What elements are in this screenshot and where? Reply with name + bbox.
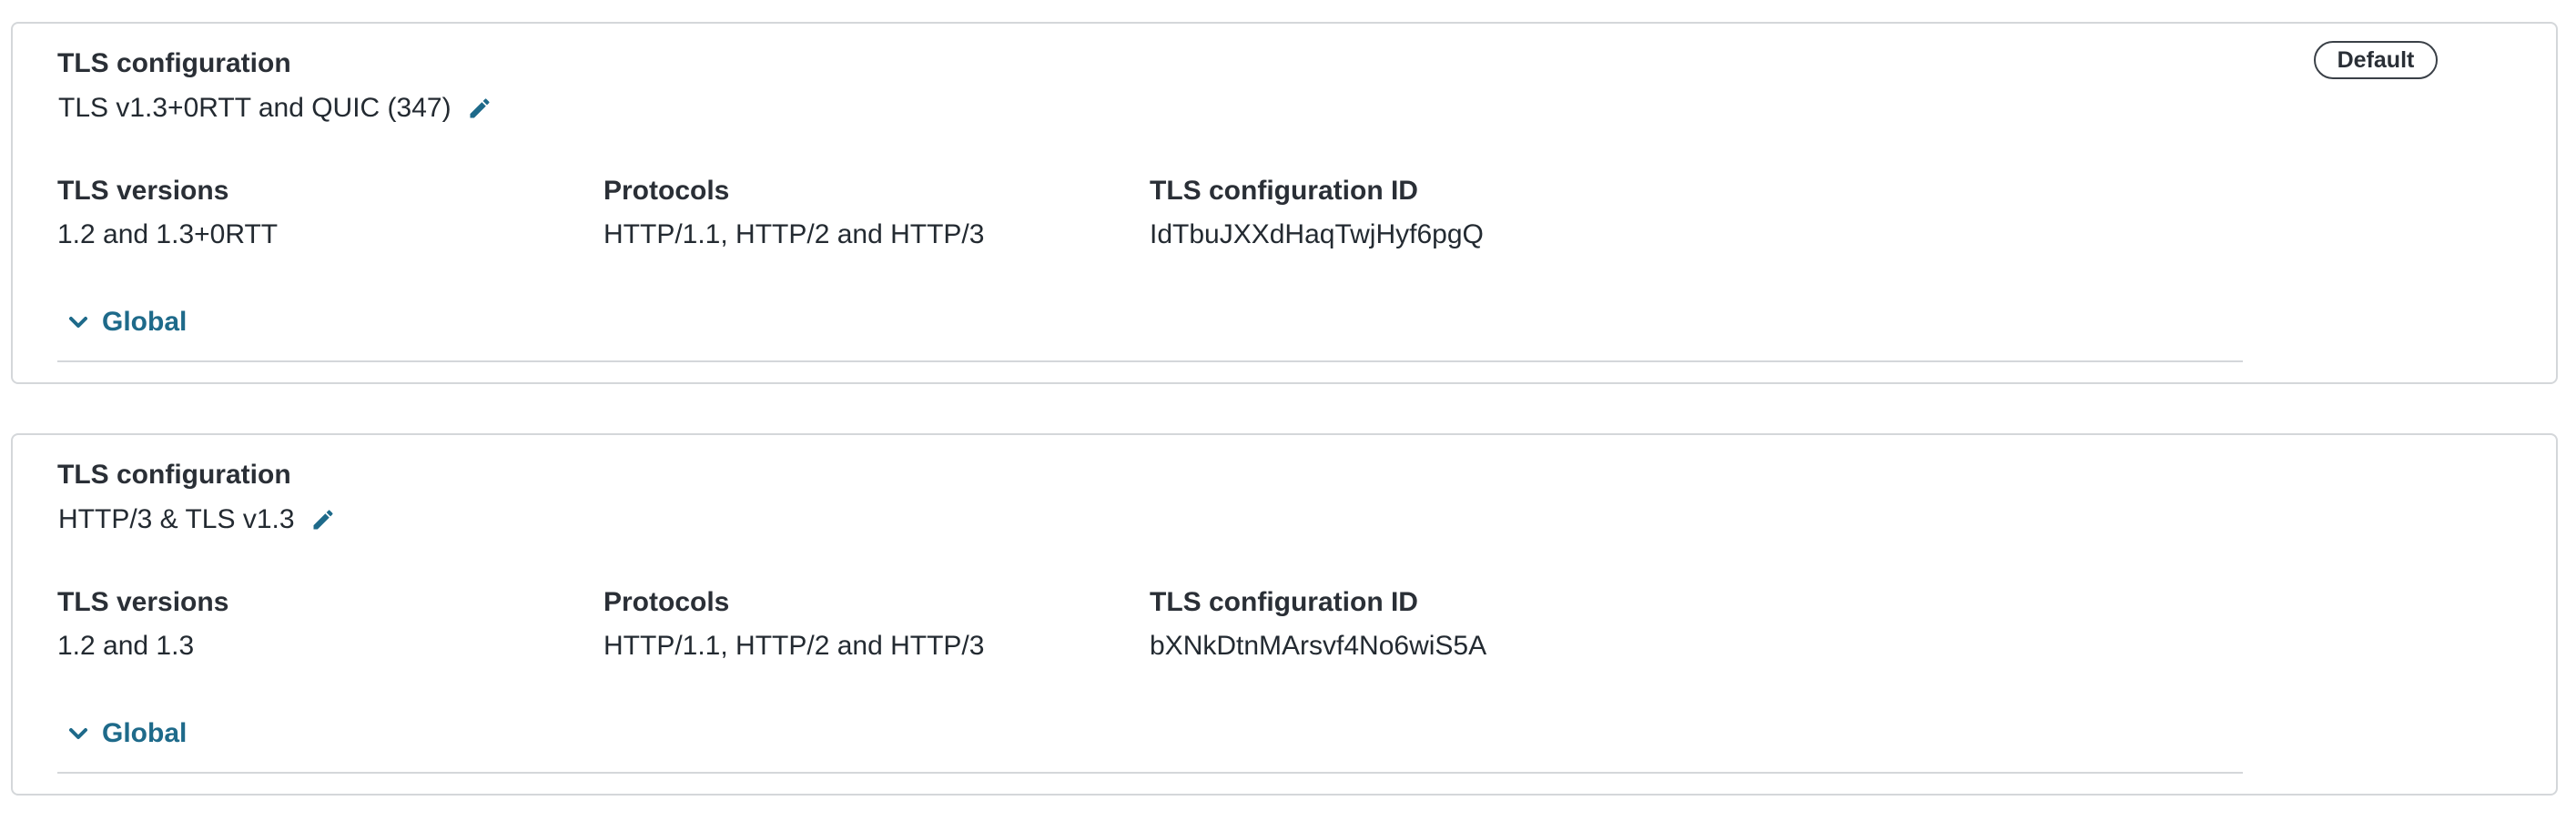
configuration-name-row: TLS v1.3+0RTT and QUIC (347) (58, 89, 495, 127)
field-value: 1.2 and 1.3 (57, 631, 195, 661)
section-label: TLS configuration (57, 48, 291, 78)
configuration-name-row: HTTP/3 & TLS v1.3 (58, 501, 339, 539)
field-label: TLS configuration ID (1150, 176, 1418, 206)
global-expander-button[interactable]: Global (67, 714, 187, 754)
pencil-icon (470, 98, 490, 118)
global-expander-button[interactable]: Global (67, 302, 187, 342)
field-tls-versions: TLS versions 1.2 and 1.3+0RTT (57, 173, 278, 253)
field-tls-versions: TLS versions 1.2 and 1.3 (57, 584, 228, 664)
expander-label: Global (102, 718, 188, 748)
edit-name-button[interactable] (308, 504, 339, 535)
edit-name-button[interactable] (464, 93, 495, 124)
default-badge: Default (2314, 41, 2438, 79)
field-value: IdTbuJXXdHaqTwjHyf6pgQ (1150, 219, 1484, 249)
expander-label: Global (102, 307, 188, 337)
field-label: TLS configuration ID (1150, 587, 1418, 617)
field-label: Protocols (603, 587, 730, 617)
field-value: 1.2 and 1.3+0RTT (57, 219, 279, 249)
field-tls-configuration-id: TLS configuration ID bXNkDtnMArsvf4No6wi… (1150, 584, 1486, 664)
field-label: TLS versions (57, 587, 229, 617)
field-protocols: Protocols HTTP/1.1, HTTP/2 and HTTP/3 (603, 173, 984, 253)
field-label: TLS versions (57, 176, 229, 206)
field-label: Protocols (603, 176, 730, 206)
tls-configuration-card: TLS configuration HTTP/3 & TLS v1.3 TLS … (11, 433, 2558, 796)
field-protocols: Protocols HTTP/1.1, HTTP/2 and HTTP/3 (603, 584, 984, 664)
divider (57, 360, 2243, 362)
tls-configurations-page: TLS configuration TLS v1.3+0RTT and QUIC… (0, 0, 2576, 821)
divider (57, 772, 2243, 774)
section-label: TLS configuration (57, 460, 291, 490)
tls-configuration-card: TLS configuration TLS v1.3+0RTT and QUIC… (11, 22, 2558, 384)
field-value: HTTP/1.1, HTTP/2 and HTTP/3 (603, 219, 985, 249)
chevron-down-icon (69, 317, 87, 328)
chevron-down-icon (69, 728, 87, 739)
field-tls-configuration-id: TLS configuration ID IdTbuJXXdHaqTwjHyf6… (1150, 173, 1484, 253)
field-value: HTTP/1.1, HTTP/2 and HTTP/3 (603, 631, 985, 661)
field-value: bXNkDtnMArsvf4No6wiS5A (1150, 631, 1487, 661)
configuration-name: HTTP/3 & TLS v1.3 (58, 504, 295, 534)
configuration-name: TLS v1.3+0RTT and QUIC (347) (58, 93, 451, 123)
pencil-icon (313, 510, 333, 530)
